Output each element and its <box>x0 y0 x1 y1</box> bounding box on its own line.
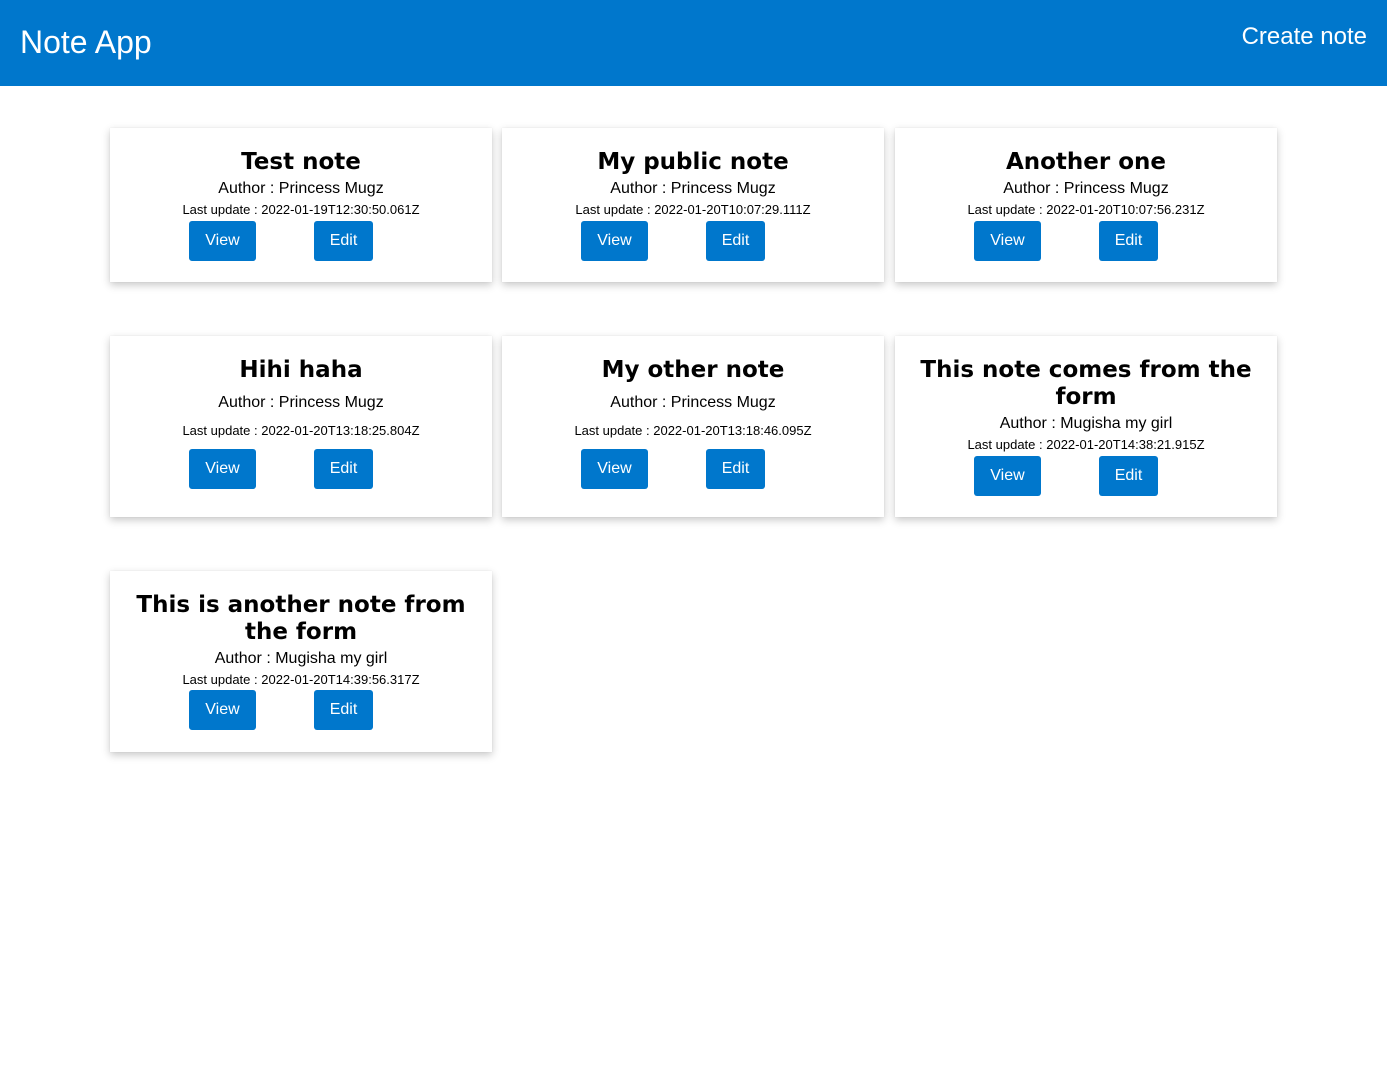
note-card: Another one Author : Princess Mugz Last … <box>895 128 1277 282</box>
view-button[interactable]: View <box>974 456 1041 496</box>
note-card: Test note Author : Princess Mugz Last up… <box>110 128 492 282</box>
view-button[interactable]: View <box>189 690 256 730</box>
note-author: Author : Princess Mugz <box>1003 180 1169 197</box>
view-button[interactable]: View <box>581 221 648 261</box>
note-title: My other note <box>601 357 785 383</box>
app-header: Note App Create note <box>0 0 1387 86</box>
edit-button[interactable]: Edit <box>706 221 765 261</box>
note-title: My public note <box>597 149 789 175</box>
view-button[interactable]: View <box>581 449 648 489</box>
note-author: Author : Mugisha my girl <box>999 415 1173 432</box>
edit-button[interactable]: Edit <box>706 449 765 489</box>
note-last-update: Last update : 2022-01-20T10:07:29.111Z <box>575 202 811 217</box>
note-author: Author : Princess Mugz <box>610 394 776 411</box>
note-title: Another one <box>1005 149 1167 175</box>
note-last-update: Last update : 2022-01-20T10:07:56.231Z <box>967 202 1205 217</box>
note-card: My public note Author : Princess Mugz La… <box>502 128 884 282</box>
note-title: This note comes from the form <box>920 357 1252 410</box>
view-button[interactable]: View <box>189 221 256 261</box>
note-title: This is another note from the form <box>136 592 466 645</box>
edit-button[interactable]: Edit <box>1099 221 1158 261</box>
note-author: Author : Princess Mugz <box>610 180 776 197</box>
app-title[interactable]: Note App <box>20 22 152 62</box>
note-title: Hihi haha <box>239 357 363 383</box>
note-card: This is another note from the form Autho… <box>110 571 492 752</box>
view-button[interactable]: View <box>189 449 256 489</box>
create-note-link[interactable]: Create note <box>1242 21 1367 53</box>
note-card: This note comes from the form Author : M… <box>895 336 1277 517</box>
edit-button[interactable]: Edit <box>314 449 373 489</box>
note-title: Test note <box>241 149 361 175</box>
edit-button[interactable]: Edit <box>314 221 373 261</box>
view-button[interactable]: View <box>974 221 1041 261</box>
note-last-update: Last update : 2022-01-20T14:39:56.317Z <box>182 672 420 687</box>
edit-button[interactable]: Edit <box>1099 456 1158 496</box>
note-last-update: Last update : 2022-01-20T14:38:21.915Z <box>967 437 1205 452</box>
note-author: Author : Princess Mugz <box>218 180 384 197</box>
note-last-update: Last update : 2022-01-20T13:18:25.804Z <box>182 423 420 438</box>
note-last-update: Last update : 2022-01-19T12:30:50.061Z <box>182 202 420 217</box>
note-last-update: Last update : 2022-01-20T13:18:46.095Z <box>574 423 812 438</box>
note-author: Author : Princess Mugz <box>218 394 384 411</box>
note-author: Author : Mugisha my girl <box>214 650 388 667</box>
edit-button[interactable]: Edit <box>314 690 373 730</box>
note-card: My other note Author : Princess Mugz Las… <box>502 336 884 517</box>
note-card: Hihi haha Author : Princess Mugz Last up… <box>110 336 492 517</box>
